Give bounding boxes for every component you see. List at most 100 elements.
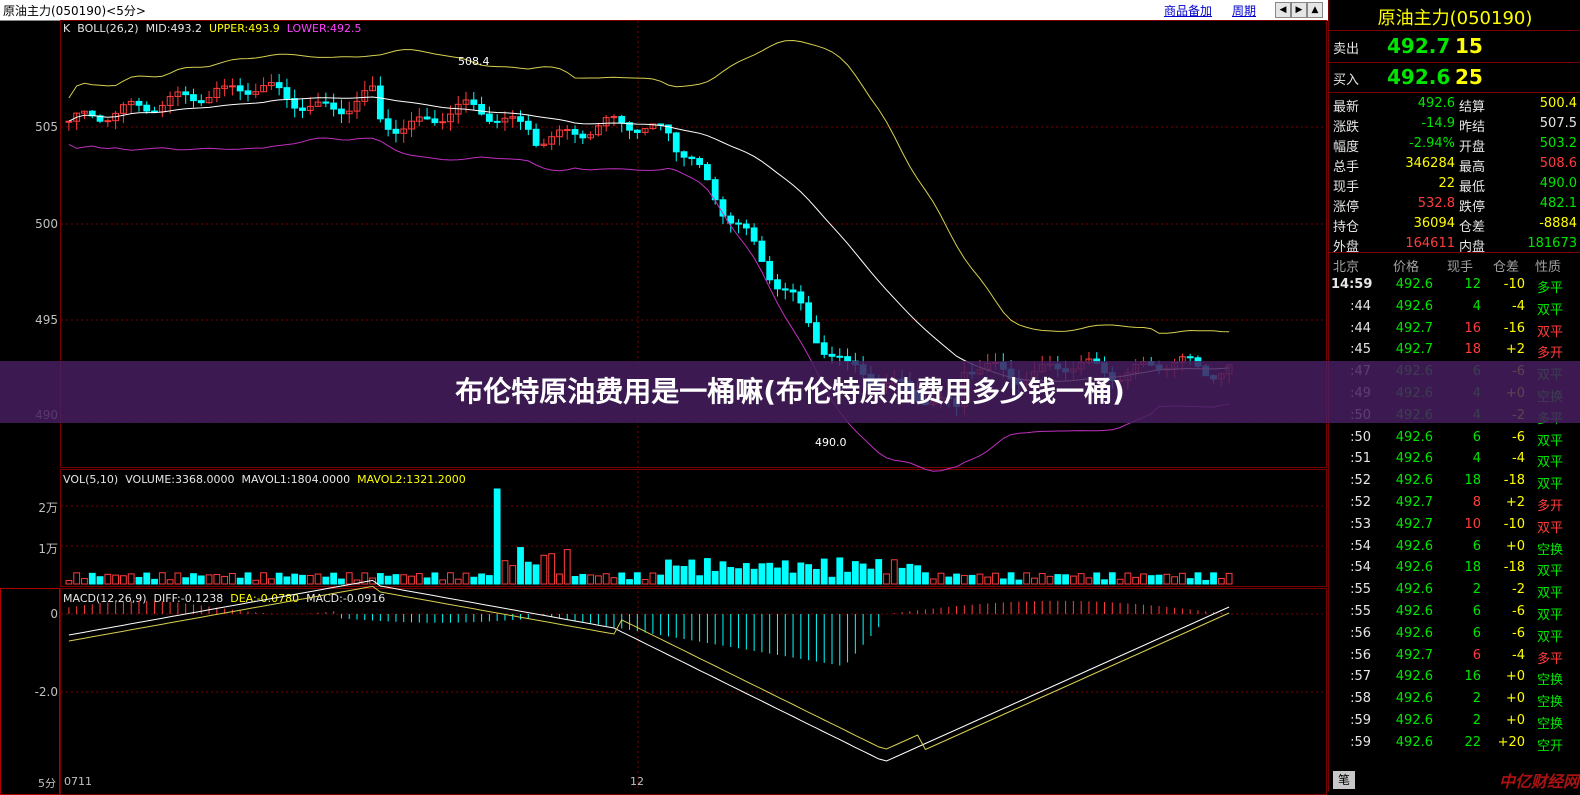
tick-row[interactable]: :44 492.7 16 -16 双平	[1329, 319, 1580, 340]
candle-body	[688, 156, 696, 160]
volume-bar	[112, 574, 120, 585]
volume-bar	[1178, 572, 1186, 585]
volume-bar	[120, 575, 127, 585]
volume-bar	[65, 580, 73, 585]
candle-body	[571, 129, 579, 135]
candle-body	[766, 260, 774, 281]
candle-body	[618, 116, 626, 124]
tick-row[interactable]: :54 492.6 6 +0 空换	[1329, 537, 1580, 558]
tick-row[interactable]: :54 492.6 18 -18 双平	[1329, 558, 1580, 579]
tick-row[interactable]: 14:59 492.6 12 -10 多平	[1329, 275, 1580, 296]
tick-row[interactable]: :52 492.7 8 +2 多开	[1329, 493, 1580, 514]
tick-row[interactable]: :52 492.6 18 -18 双平	[1329, 471, 1580, 492]
volume-bar	[649, 572, 657, 585]
candle-body	[813, 322, 820, 344]
candle-body	[517, 116, 524, 122]
candle-body	[789, 289, 797, 293]
volume-bar	[610, 577, 618, 585]
volume-bar	[1108, 572, 1116, 585]
buy-price: 492.6	[1387, 65, 1451, 89]
volume-bar	[166, 579, 174, 585]
boll-upper-line	[68, 39, 1230, 334]
volume-bar	[563, 549, 571, 585]
volume-bar	[657, 574, 665, 585]
volume-bar	[221, 575, 229, 585]
volume-bar	[750, 568, 758, 585]
volume-bar	[1007, 572, 1015, 585]
tick-row[interactable]: :45 492.7 18 +2 多开	[1329, 340, 1580, 361]
volume-bar	[88, 572, 96, 585]
volume-bar	[1163, 573, 1171, 585]
stat-row: 涨停 532.8 跌停 482.1	[1333, 196, 1577, 215]
tick-row[interactable]: :51 492.6 4 -4 双平	[1329, 449, 1580, 470]
volume-bar	[213, 574, 221, 585]
volume-bar	[571, 576, 579, 585]
volume-bar	[338, 578, 345, 585]
volume-bar	[322, 576, 330, 585]
volume-bar	[1155, 574, 1163, 585]
tick-row[interactable]: :55 492.6 2 -2 双平	[1329, 580, 1580, 601]
tick-row[interactable]: :44 492.6 4 -4 双平	[1329, 297, 1580, 318]
volume-bar	[727, 567, 735, 585]
tab-trades[interactable]: 笔	[1333, 771, 1355, 789]
candle-body	[493, 120, 501, 123]
candle-body	[431, 118, 439, 124]
tick-row[interactable]: :56 492.7 6 -4 多平	[1329, 646, 1580, 667]
volume-bar	[447, 572, 454, 585]
tick-row[interactable]: :53 492.7 10 -10 双平	[1329, 515, 1580, 536]
candle-body	[330, 102, 338, 110]
buy-row[interactable]: 买入 492.6 25	[1329, 65, 1580, 91]
volume-bar	[1031, 577, 1038, 585]
volume-bar	[330, 572, 338, 585]
candle-body	[524, 120, 532, 130]
candle-body	[275, 82, 283, 89]
watermark-logo: 中亿财经网	[1498, 772, 1579, 791]
volume-bar	[719, 561, 727, 585]
stat-row: 幅度 -2.94% 开盘 503.2	[1333, 136, 1577, 155]
volume-bar	[820, 558, 828, 585]
tick-row[interactable]: :56 492.6 6 -6 双平	[1329, 624, 1580, 645]
volume-bar	[984, 576, 992, 585]
volume-bar	[454, 578, 462, 585]
candle-body	[338, 108, 345, 115]
volume-bar	[1186, 578, 1194, 585]
volume-bar	[478, 573, 485, 585]
tick-row[interactable]: :58 492.6 2 +0 空换	[1329, 689, 1580, 710]
volume-bar	[517, 547, 524, 585]
tick-row[interactable]: :59 492.6 22 +20 空开	[1329, 733, 1580, 754]
candle-body	[283, 87, 291, 99]
sell-row[interactable]: 卖出 492.7 15	[1329, 34, 1580, 60]
volume-bar	[594, 575, 602, 585]
volume-bar	[1140, 573, 1147, 585]
tick-row[interactable]: :57 492.6 16 +0 空换	[1329, 667, 1580, 688]
candle-body	[750, 227, 758, 242]
volume-bar	[867, 568, 875, 585]
candle-body	[797, 291, 805, 304]
candle-body	[742, 223, 750, 229]
volume-bar	[384, 575, 392, 585]
volume-bar	[618, 572, 626, 585]
volume-bar	[104, 573, 112, 585]
volume-bar	[291, 573, 299, 585]
volume-bar	[439, 579, 447, 585]
tick-row[interactable]: :55 492.6 6 -6 双平	[1329, 602, 1580, 623]
volume-bar	[851, 561, 859, 585]
candle-body	[680, 151, 688, 158]
candle-body	[711, 179, 719, 201]
stat-row: 外盘 164611 内盘 181673	[1333, 236, 1577, 255]
volume-bar	[143, 572, 151, 585]
volume-bar	[493, 488, 501, 585]
macd-diff-line	[68, 579, 1230, 762]
volume-bar	[1217, 577, 1225, 585]
candle-body	[563, 129, 571, 132]
volume-bar	[1062, 574, 1069, 585]
volume-bar	[392, 574, 400, 585]
volume-bar	[509, 565, 517, 585]
tick-row[interactable]: :50 492.6 6 -6 双平	[1329, 428, 1580, 449]
volume-bar	[1116, 578, 1124, 585]
volume-bar	[158, 572, 166, 585]
volume-bar	[431, 572, 439, 585]
volume-bar	[680, 566, 688, 585]
volume-bar	[960, 574, 968, 585]
tick-row[interactable]: :59 492.6 2 +0 空换	[1329, 711, 1580, 732]
